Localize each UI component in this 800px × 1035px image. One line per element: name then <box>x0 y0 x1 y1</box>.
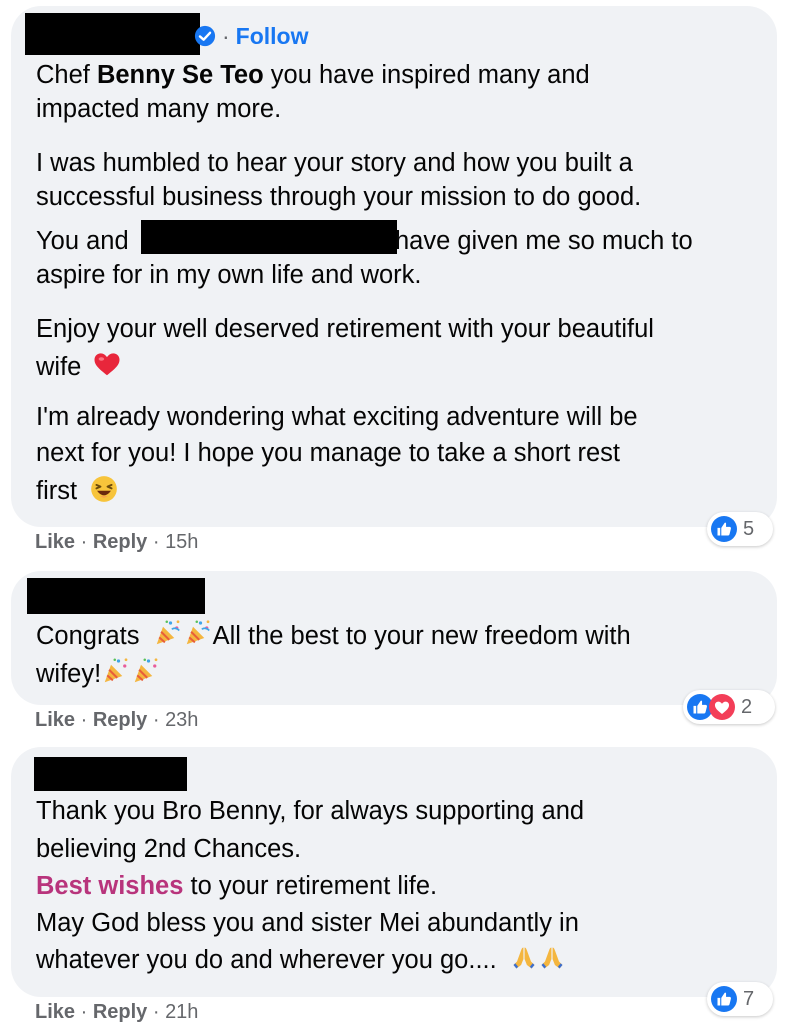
timestamp[interactable]: 15h <box>165 531 198 553</box>
redacted-author-name <box>34 757 187 791</box>
comment-line: May God bless you and sister Mei abundan… <box>36 909 579 937</box>
highlighted-phrase: Best wishes <box>36 872 184 900</box>
comment-line: Enjoy your well deserved retirement with… <box>36 315 654 343</box>
follow-button[interactable]: Follow <box>236 23 309 50</box>
comment-line: impacted many more. <box>36 95 282 123</box>
comment-line: believing 2nd Chances. <box>36 835 302 863</box>
praying-hands-icon <box>541 947 563 969</box>
follow-separator: · <box>222 22 230 49</box>
comment-line: Chef Benny Se Teo you have inspired many… <box>36 61 590 89</box>
comment-line: have given me so much to <box>395 227 693 255</box>
party-popper-icon <box>186 620 210 645</box>
comment-bubble-3: Thank you Bro Benny, for always supporti… <box>11 747 777 997</box>
comment-line: I'm already wondering what exciting adve… <box>36 403 638 431</box>
like-reaction-icon <box>711 516 737 542</box>
follow-row: · Follow <box>194 22 309 50</box>
heart-emoji-icon <box>94 353 120 376</box>
comment-line: wifey! <box>36 656 161 691</box>
like-button[interactable]: Like <box>35 531 75 553</box>
tagged-name[interactable]: Benny Se Teo <box>97 61 264 89</box>
comment-line: You and <box>36 227 129 255</box>
reply-button[interactable]: Reply <box>93 531 147 553</box>
comment-bubble-2: Congrats All the best to your new freedo… <box>11 571 777 705</box>
reply-button[interactable]: Reply <box>93 709 147 731</box>
comment-actions-1: Like · Reply · 15h <box>35 531 199 553</box>
comment-line: Congrats All the best to your new freedo… <box>36 618 631 653</box>
like-button[interactable]: Like <box>35 1001 75 1023</box>
timestamp[interactable]: 23h <box>165 709 198 731</box>
comment-actions-2: Like · Reply · 23h <box>35 709 199 731</box>
timestamp[interactable]: 21h <box>165 1001 198 1023</box>
reaction-summary-3[interactable]: 7 <box>707 982 773 1016</box>
redacted-author-name <box>27 578 205 614</box>
reaction-count: 2 <box>741 695 753 718</box>
redacted-name <box>141 220 397 254</box>
like-reaction-icon <box>711 986 737 1012</box>
party-popper-icon <box>104 658 128 683</box>
laughing-emoji-icon <box>91 476 118 502</box>
praying-hands-icon <box>513 947 535 969</box>
comment-line: wife <box>36 349 122 384</box>
party-popper-icon <box>156 620 180 645</box>
comment-line: aspire for in my own life and work. <box>36 261 422 289</box>
verified-badge-icon <box>194 25 216 47</box>
comment-line: successful business through your mission… <box>36 183 642 211</box>
reaction-summary-1[interactable]: 5 <box>707 512 773 546</box>
redacted-author-name <box>25 13 200 55</box>
party-popper-icon <box>134 658 158 683</box>
reply-button[interactable]: Reply <box>93 1001 147 1023</box>
like-button[interactable]: Like <box>35 709 75 731</box>
reaction-summary-2[interactable]: 2 <box>683 690 775 724</box>
comment-line: first <box>36 474 118 508</box>
comment-line: next for you! I hope you manage to take … <box>36 439 621 467</box>
comment-line: whatever you do and wherever you go.... <box>36 943 566 977</box>
comment-bubble-1: · Follow Chef Benny Se Teo you have insp… <box>11 6 777 527</box>
reaction-count: 5 <box>743 517 755 540</box>
comment-line: I was humbled to hear your story and how… <box>36 149 633 177</box>
love-reaction-icon <box>709 694 735 720</box>
comment-actions-3: Like · Reply · 21h <box>35 1001 199 1023</box>
comment-line: Thank you Bro Benny, for always supporti… <box>36 797 585 825</box>
comment-line: Best wishes to your retirement life. <box>36 872 438 900</box>
reaction-count: 7 <box>743 987 755 1010</box>
